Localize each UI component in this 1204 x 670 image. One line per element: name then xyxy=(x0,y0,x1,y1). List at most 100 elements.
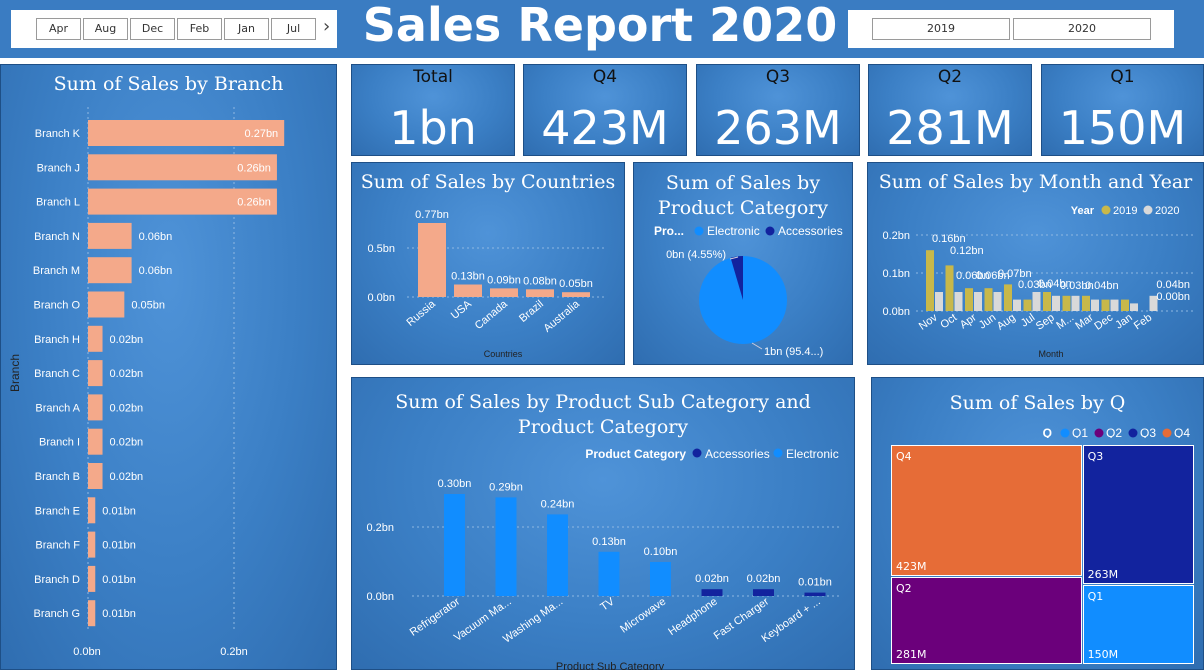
month-data-label: 0.16bn xyxy=(932,233,966,245)
treemap-value-label: 263M xyxy=(1087,568,1119,582)
year-option-2019[interactable]: 2019 xyxy=(872,18,1010,40)
month-tick-label: Oct xyxy=(938,312,959,332)
treemap-cell-q2: Q2 281M xyxy=(891,577,1082,664)
legend-label-q1: Q1 xyxy=(1072,426,1088,438)
treemap-name-label: Q1 xyxy=(1087,590,1104,604)
branch-tick-label: Branch I xyxy=(39,437,80,449)
kpi-label: Total xyxy=(413,67,453,87)
country-bar xyxy=(526,289,554,297)
subcategory-bar xyxy=(598,551,620,596)
page-title: Sales Report 2020 xyxy=(362,0,838,52)
bar-2020 xyxy=(1071,295,1080,311)
bar-2019 xyxy=(1004,284,1012,311)
treemap-cell-q3: Q3 263M xyxy=(1082,445,1194,585)
bar-2020 xyxy=(974,292,982,311)
subcategory-bar xyxy=(753,589,774,596)
month-tick-label: Jul xyxy=(1019,312,1037,330)
subcategory-data-label: 0.29bn xyxy=(489,481,523,493)
quarter-chart-panel: Sum of Sales by Q Q Q1 Q2 Q3 Q4 Q4 423M Q2 281M… xyxy=(871,377,1204,670)
branch-data-label: 0.27bn xyxy=(245,128,279,140)
y-tick-label: 0.0bn xyxy=(882,306,910,318)
treemap-name-label: Q4 xyxy=(896,450,912,463)
kpi-label: Q2 xyxy=(937,67,963,87)
subcategory-chart: Product Category Accessories Electronic 0.2… xyxy=(366,447,842,670)
kpi-card-total: Total 1bn xyxy=(351,64,515,156)
branch-data-label: 0.05bn xyxy=(131,300,165,312)
branch-bar xyxy=(88,325,103,352)
bar-2020 xyxy=(1091,299,1099,311)
bar-2020 xyxy=(954,292,963,311)
month-slicer[interactable]: Apr Aug Dec Feb Jan Jul › xyxy=(11,10,337,48)
legend-marker-q4 xyxy=(1162,428,1172,438)
branch-bar xyxy=(88,497,96,524)
subcategory-data-label: 0.10bn xyxy=(644,546,678,558)
country-bar xyxy=(418,223,446,297)
branch-bar xyxy=(88,360,103,387)
branch-data-label: 0.02bn xyxy=(110,437,144,449)
treemap-value-label: 423M xyxy=(896,560,927,574)
month-option-jan[interactable]: Jan xyxy=(224,18,269,40)
branch-tick-label: Branch F xyxy=(35,540,80,552)
branch-bar xyxy=(88,463,103,489)
month-option-feb[interactable]: Feb xyxy=(177,18,222,40)
branch-chart-panel: Sum of Sales by Branch Branch K 0.27bn Bra… xyxy=(0,64,337,670)
month-option-jul[interactable]: Jul xyxy=(271,18,316,40)
month-data-label: 0.00bn xyxy=(1156,291,1190,303)
month-option-aug[interactable]: Aug xyxy=(83,18,128,40)
treemap-name-label: Q3 xyxy=(1087,450,1104,463)
bar-2019 xyxy=(1101,299,1110,311)
year-option-2020[interactable]: 2020 xyxy=(1013,18,1151,40)
branch-data-label: 0.06bn xyxy=(139,265,173,277)
branch-bar xyxy=(88,565,96,592)
bar-2020 xyxy=(1032,292,1041,311)
branch-tick-label: Branch E xyxy=(35,505,80,517)
quarter-treemap: Q4 423M Q2 281M Q3 263M Q1 150M xyxy=(891,445,1195,665)
branch-chart: Branch K 0.27bn Branch J 0.26bn Branch L 0.26… xyxy=(8,107,285,658)
subcategory-data-label: 0.24bn xyxy=(541,498,575,510)
kpi-card-q3: Q3 263M xyxy=(696,64,860,156)
legend-marker-2019 xyxy=(1101,205,1111,215)
report-header: Apr Aug Dec Feb Jan Jul › Sales Report 2… xyxy=(0,0,1204,58)
branch-tick-label: Branch B xyxy=(35,471,80,483)
subcategory-bar xyxy=(650,562,671,596)
branch-data-label: 0.02bn xyxy=(110,334,144,346)
month-option-apr[interactable]: Apr xyxy=(36,18,81,40)
kpi-label: Q1 xyxy=(1110,67,1135,87)
branch-data-label: 0.01bn xyxy=(102,608,136,620)
bar-2019 xyxy=(945,265,954,311)
bar-2020 xyxy=(1052,295,1060,311)
kpi-card-q2: Q2 281M xyxy=(868,64,1032,156)
bar-2020 xyxy=(1130,303,1138,311)
bar-2020 xyxy=(993,292,1002,311)
legend-label-accessories: Accessories xyxy=(778,224,843,238)
subcategory-data-label: 0.02bn xyxy=(695,573,729,585)
month-data-label: 0.04bn xyxy=(1085,280,1119,292)
month-year-chart-panel: Sum of Sales by Month and Year Year 2019 2… xyxy=(867,162,1204,365)
bar-2019 xyxy=(984,288,993,311)
branch-bar xyxy=(88,531,96,558)
month-tick-label: Nov xyxy=(917,311,940,332)
month-option-dec[interactable]: Dec xyxy=(130,18,175,40)
branch-tick-label: Branch G xyxy=(34,608,80,620)
y-tick-label: 0.1bn xyxy=(882,268,910,280)
x-axis-label: Month xyxy=(1038,349,1063,359)
branch-tick-label: Branch J xyxy=(37,162,80,174)
branch-tick-label: Branch L xyxy=(36,197,80,209)
month-tick-label: Aug xyxy=(995,312,1018,333)
year-slicer[interactable]: 2019 2020 xyxy=(848,10,1174,48)
treemap-cell-q4: Q4 423M xyxy=(891,445,1082,577)
subcategory-bar xyxy=(495,497,517,596)
chevron-right-icon[interactable]: › xyxy=(323,16,330,37)
countries-chart-panel: Sum of Sales by Countries 0.5bn 0.0bn 0.77… xyxy=(351,162,625,365)
branch-tick-label: Branch H xyxy=(34,334,80,346)
kpi-value: 263M xyxy=(714,101,842,155)
subcategory-tick-label: TV xyxy=(598,595,617,613)
bar-2019 xyxy=(1082,295,1090,311)
legend-title: Q xyxy=(1043,426,1052,438)
month-data-label: 0.04bn xyxy=(1156,279,1190,291)
leader-line xyxy=(751,342,763,350)
country-bar xyxy=(562,292,590,297)
branch-bar xyxy=(88,222,132,249)
month-year-chart: Year 2019 20200.0bn0.1bn0.2bnNovOctAprJunA… xyxy=(882,205,1193,359)
category-pie-chart: Pro... Electronic Accessories 0bn (4.55%) 1b… xyxy=(654,224,843,358)
